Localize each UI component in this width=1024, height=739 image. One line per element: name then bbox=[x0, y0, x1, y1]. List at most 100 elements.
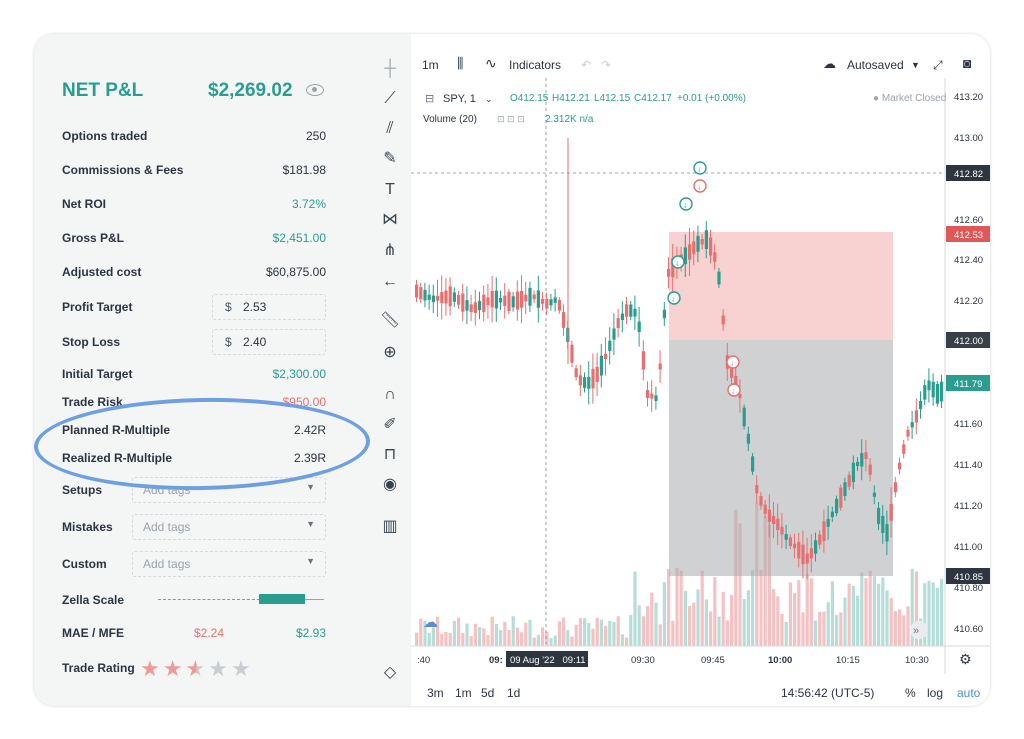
ohlc-open: O412.15 bbox=[510, 93, 549, 104]
trade-rating-stars[interactable]: ★★★★★ bbox=[140, 656, 254, 682]
candle-body bbox=[818, 534, 822, 545]
volume-bar bbox=[746, 590, 750, 646]
crosshair-icon[interactable]: ┼ bbox=[379, 58, 401, 80]
range-5d[interactable]: 5d bbox=[481, 686, 494, 700]
candle-body bbox=[562, 312, 566, 328]
zoom-in-icon[interactable]: ⊕ bbox=[379, 342, 401, 364]
volume-bar bbox=[591, 628, 595, 646]
trash-icon[interactable]: ▥ bbox=[379, 516, 401, 538]
candle-body bbox=[440, 292, 444, 304]
candle-body bbox=[646, 389, 650, 399]
time-tick-label: :40 bbox=[417, 655, 430, 666]
star-half-icon[interactable]: ★ bbox=[185, 656, 208, 682]
volume-bar bbox=[570, 636, 574, 646]
collapse-icon[interactable]: ⊟ bbox=[425, 93, 434, 105]
candle-body bbox=[515, 291, 519, 310]
price-marker-label: 410.85 bbox=[954, 572, 983, 583]
volume-bar bbox=[444, 631, 448, 646]
candle-body bbox=[856, 461, 860, 467]
volume-bar bbox=[469, 636, 473, 646]
range-1m[interactable]: 1m bbox=[455, 686, 472, 700]
ohlc-high: H412.21 bbox=[552, 93, 590, 104]
volume-bar bbox=[780, 613, 784, 646]
volume-label[interactable]: Volume (20) bbox=[423, 114, 477, 125]
candle-body bbox=[431, 295, 435, 303]
loss-zone-box[interactable] bbox=[669, 340, 893, 576]
arrow-down-icon: ↓ bbox=[683, 201, 687, 210]
chart-canvas[interactable]: ↓ ↓ ↓ ↓ ↓ ↓ ↓ 413.20 413.00 412.60 412.40 412.20 41… bbox=[411, 34, 990, 674]
candle-body bbox=[940, 381, 944, 402]
candle-body bbox=[713, 252, 717, 262]
candle-body bbox=[902, 444, 906, 454]
mfe-value: $2.93 bbox=[295, 626, 326, 640]
fib-icon[interactable]: ⫽ bbox=[379, 118, 401, 140]
candle-body bbox=[809, 548, 813, 559]
layers-icon[interactable]: ◇ bbox=[379, 662, 401, 684]
magnet-icon[interactable]: ∩ bbox=[379, 384, 401, 406]
auto-scale-toggle[interactable]: auto bbox=[957, 686, 980, 700]
percent-scale-toggle[interactable]: % bbox=[905, 686, 916, 700]
candle-body bbox=[784, 534, 788, 540]
brush-icon[interactable]: ✎ bbox=[379, 148, 401, 170]
gear-icon[interactable]: ⚙ bbox=[959, 651, 972, 667]
trendline-icon[interactable]: ⟋ bbox=[379, 88, 401, 110]
volume-bar bbox=[889, 597, 893, 646]
star-icon[interactable]: ★ bbox=[140, 656, 163, 682]
forecast-icon[interactable]: ⋔ bbox=[379, 240, 401, 262]
price-marker-label: 412.82 bbox=[954, 169, 983, 180]
custom-tag-select[interactable]: Add tags ▼ bbox=[132, 551, 326, 577]
back-arrow-icon[interactable]: ← bbox=[379, 271, 401, 293]
price-tick-label: 410.60 bbox=[954, 624, 983, 635]
candle-body bbox=[910, 422, 914, 428]
candle-body bbox=[654, 395, 658, 402]
volume-value: 2.312K n/a bbox=[545, 114, 594, 125]
candle-body bbox=[587, 376, 591, 389]
candle-body bbox=[931, 381, 935, 398]
star-icon[interactable]: ★ bbox=[208, 656, 231, 682]
profit-target-input[interactable]: $ 2.53 bbox=[212, 294, 326, 320]
star-icon[interactable]: ★ bbox=[163, 656, 186, 682]
volume-bar bbox=[835, 615, 839, 646]
volume-bar bbox=[553, 635, 557, 646]
log-scale-toggle[interactable]: log bbox=[927, 686, 943, 700]
volume-bar bbox=[805, 573, 809, 646]
text-icon[interactable]: T bbox=[379, 179, 401, 201]
chevron-down-icon[interactable]: ⌄ bbox=[485, 94, 493, 104]
star-icon[interactable]: ★ bbox=[231, 656, 254, 682]
stat-value: $2,451.00 bbox=[272, 231, 326, 245]
pattern-icon[interactable]: ⋈ bbox=[379, 209, 401, 231]
candle-body bbox=[843, 482, 847, 497]
candle-body bbox=[805, 553, 809, 564]
volume-settings-icon[interactable]: ⊡ ⊡ ⊡ bbox=[497, 114, 525, 124]
ruler-icon[interactable]: 📏︎ bbox=[379, 310, 401, 332]
volume-bar bbox=[486, 635, 490, 646]
candle-body bbox=[499, 298, 503, 303]
mistakes-tag-select[interactable]: Add tags ▼ bbox=[132, 514, 326, 540]
candle-body bbox=[436, 295, 440, 301]
candle-body bbox=[851, 462, 855, 482]
candle-body bbox=[822, 521, 826, 542]
lock-draw-icon[interactable]: ✐ bbox=[379, 414, 401, 436]
chevron-down-icon: ▼ bbox=[306, 556, 315, 566]
setups-label: Setups bbox=[62, 483, 103, 497]
volume-bar bbox=[667, 569, 671, 646]
symbol-label[interactable]: SPY, 1 bbox=[443, 93, 476, 105]
volume-bar bbox=[927, 580, 931, 646]
stat-value: 3.72% bbox=[291, 197, 326, 211]
volume-bar bbox=[902, 615, 906, 646]
lock-icon[interactable]: ⊓ bbox=[379, 444, 401, 466]
eye-icon[interactable]: ◉ bbox=[379, 474, 401, 496]
price-tick-label: 413.20 bbox=[954, 92, 983, 103]
price-tick-label: 412.60 bbox=[954, 215, 983, 226]
eye-icon[interactable] bbox=[306, 84, 324, 96]
volume-bar bbox=[730, 595, 734, 646]
mae-value: $2.24 bbox=[194, 626, 225, 640]
candle-body bbox=[637, 321, 641, 332]
range-3m[interactable]: 3m bbox=[427, 686, 444, 700]
volume-bar bbox=[818, 611, 822, 646]
candle-body bbox=[864, 452, 868, 460]
stop-loss-input[interactable]: $ 2.40 bbox=[212, 329, 326, 355]
range-1d[interactable]: 1d bbox=[507, 686, 520, 700]
volume-bar bbox=[478, 627, 482, 646]
volume-bar bbox=[499, 630, 503, 646]
